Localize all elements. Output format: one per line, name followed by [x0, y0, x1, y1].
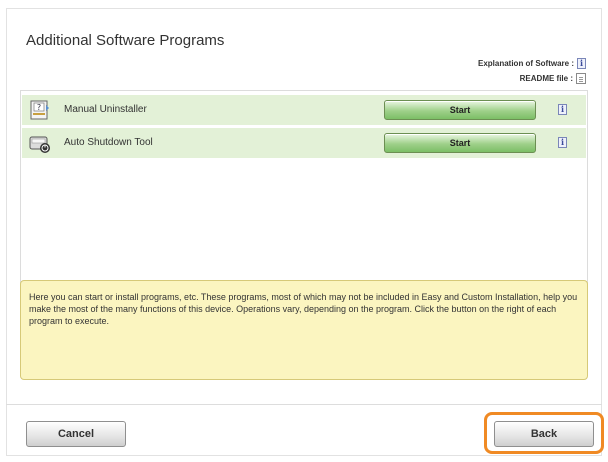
- description-text: Here you can start or install programs, …: [29, 292, 578, 326]
- window-title: Additional Software Programs: [26, 32, 225, 49]
- info-icon[interactable]: i: [558, 104, 567, 115]
- program-row-auto-shutdown-tool: Auto Shutdown Tool Start i: [22, 128, 586, 159]
- program-label: Auto Shutdown Tool: [64, 137, 153, 148]
- info-icon: i: [577, 58, 586, 69]
- legend-explanation-label: Explanation of Software :: [477, 59, 574, 68]
- info-icon[interactable]: i: [558, 137, 567, 148]
- back-button[interactable]: Back: [494, 421, 594, 447]
- description-panel: Here you can start or install programs, …: [20, 280, 588, 380]
- shutdown-tool-icon: [29, 136, 50, 153]
- start-button-manual-uninstaller[interactable]: Start: [384, 100, 536, 120]
- readme-icon: [576, 73, 586, 84]
- icon-legend: Explanation of Software : i README file …: [478, 56, 586, 86]
- start-button-auto-shutdown-tool[interactable]: Start: [384, 133, 536, 153]
- program-label: Manual Uninstaller: [64, 104, 147, 115]
- svg-text:?: ?: [37, 103, 41, 112]
- footer-divider: [6, 404, 602, 405]
- uninstaller-icon: ?: [30, 100, 49, 120]
- legend-readme-row: README file :: [478, 71, 586, 86]
- program-row-manual-uninstaller: ? Manual Uninstaller Start i: [22, 95, 586, 126]
- legend-explanation-row: Explanation of Software : i: [478, 56, 586, 71]
- legend-readme-label: README file :: [519, 74, 573, 83]
- cancel-button[interactable]: Cancel: [26, 421, 126, 447]
